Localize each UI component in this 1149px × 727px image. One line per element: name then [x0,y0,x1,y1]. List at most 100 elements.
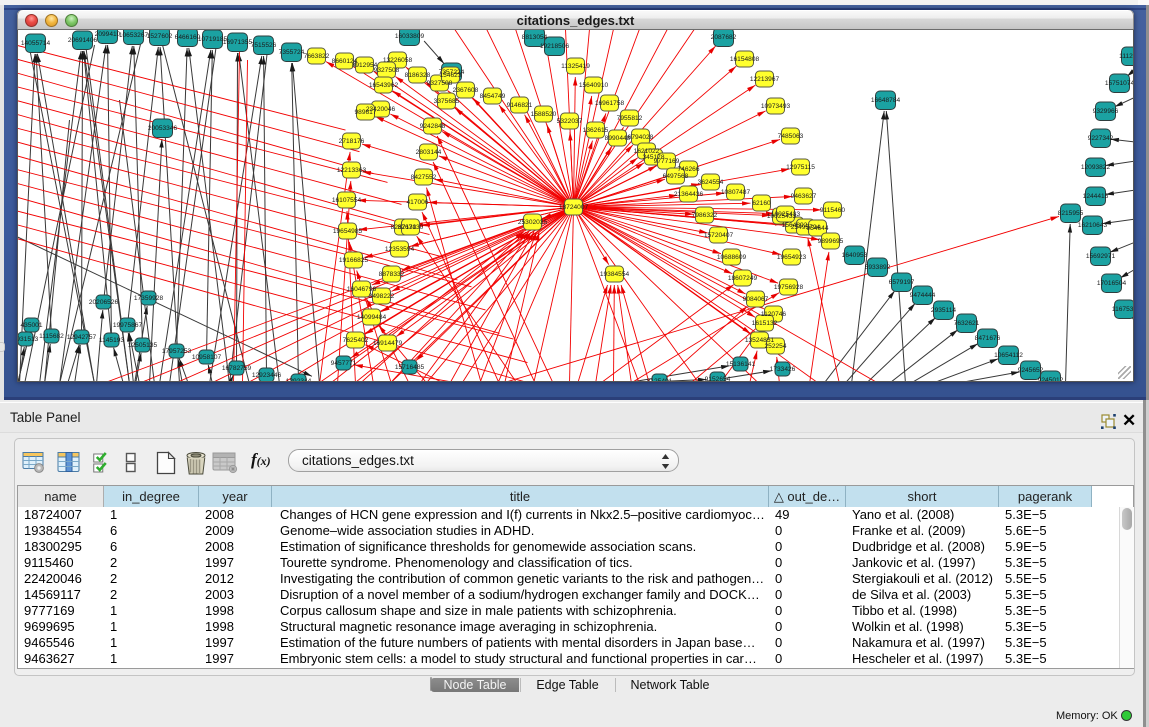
svg-text:14099484: 14099484 [357,314,387,321]
svg-text:6466160: 6466160 [175,34,201,41]
svg-text:11325419: 11325419 [561,63,590,70]
svg-text:8813054: 8813054 [522,34,548,41]
svg-text:6794028: 6794028 [628,134,654,141]
svg-text:9245652: 9245652 [1018,367,1044,374]
svg-text:417006: 417006 [406,199,428,206]
svg-text:2367608: 2367608 [453,87,479,94]
svg-text:3624554: 3624554 [698,179,724,186]
svg-text:9242848: 9242848 [420,123,446,130]
svg-text:14055714: 14055714 [21,40,51,47]
svg-text:16210643: 16210643 [1078,222,1108,229]
svg-text:9463627: 9463627 [791,193,817,200]
svg-text:12975115: 12975115 [786,164,815,171]
svg-text:9474444: 9474444 [910,292,936,299]
svg-text:1640953: 1640953 [842,252,868,259]
svg-text:9329966: 9329966 [1093,108,1119,115]
svg-text:12213363: 12213363 [337,167,367,174]
svg-text:8125401: 8125401 [647,378,673,382]
svg-text:3375685: 3375685 [434,98,460,105]
svg-text:25302035: 25302035 [518,219,548,226]
svg-text:19218506: 19218506 [540,43,570,50]
svg-text:1115682: 1115682 [39,333,64,340]
svg-text:15720407: 15720407 [704,232,734,239]
svg-text:16914479: 16914479 [373,340,403,347]
svg-text:17359928: 17359928 [134,295,164,302]
svg-text:9777169: 9777169 [654,158,680,165]
svg-text:989617: 989617 [354,109,376,116]
svg-text:10973493: 10973493 [761,103,791,110]
svg-text:16971355: 16971355 [223,39,253,46]
svg-text:7955812: 7955812 [617,115,643,122]
svg-text:1244415: 1244415 [1083,193,1109,200]
svg-text:15751074: 15751074 [1105,80,1133,87]
svg-text:2803144: 2803144 [416,149,442,156]
svg-text:8186328: 8186328 [405,72,431,79]
svg-text:19654923: 19654923 [777,254,807,261]
svg-text:3498222: 3498222 [369,293,395,300]
svg-text:1733426: 1733426 [770,366,796,373]
svg-text:1615132: 1615132 [752,320,778,327]
svg-text:2718176: 2718176 [339,138,365,145]
svg-text:9084067: 9084067 [743,296,769,303]
svg-text:12942757: 12942757 [67,334,97,341]
svg-text:16648784: 16648784 [871,97,901,104]
svg-text:9327508: 9327508 [374,67,400,74]
svg-text:9457771: 9457771 [331,360,357,367]
svg-text:16033809: 16033809 [395,33,425,40]
svg-text:18607249: 18607249 [728,275,758,282]
svg-text:15640910: 15640910 [579,82,609,89]
svg-text:7515526: 7515526 [251,42,277,49]
svg-text:20053346: 20053346 [148,125,178,132]
svg-text:12213967: 12213967 [750,76,780,83]
svg-text:1292344: 1292344 [286,378,312,382]
svg-text:8215955: 8215955 [1058,210,1084,217]
svg-text:7355724: 7355724 [279,49,305,56]
svg-text:19384554: 19384554 [600,271,630,278]
svg-text:15716485: 15716485 [395,364,425,371]
svg-text:19756928: 19756928 [774,284,804,291]
svg-text:19166825: 19166825 [339,257,369,264]
svg-text:5933892: 5933892 [865,264,891,271]
svg-text:8471676: 8471676 [975,335,1001,342]
svg-text:12505135: 12505135 [128,342,158,349]
svg-text:9899695: 9899695 [818,238,844,245]
svg-text:62160: 62160 [752,200,771,207]
svg-text:6497568: 6497568 [663,173,689,180]
svg-text:7663822: 7663822 [304,53,330,60]
svg-text:16046796: 16046796 [347,286,377,293]
svg-text:16961758: 16961758 [595,100,625,107]
svg-text:2087682: 2087682 [711,34,737,41]
svg-text:9115460: 9115460 [820,207,846,214]
svg-text:12923446: 12923446 [252,372,282,379]
svg-text:6579197: 6579197 [889,279,915,286]
svg-text:3267130: 3267130 [398,224,424,231]
svg-text:16107554: 16107554 [332,197,362,204]
svg-text:17016504: 17016504 [1097,280,1127,287]
svg-text:8878332: 8878332 [379,271,405,278]
svg-text:18724007: 18724007 [559,204,589,211]
svg-text:1145193: 1145193 [99,337,125,344]
svg-text:10025433: 10025433 [771,211,801,218]
svg-text:10688609: 10688609 [717,254,747,261]
svg-text:8454749: 8454749 [480,93,506,100]
svg-text:1527602: 1527602 [147,33,173,40]
svg-text:7485063: 7485063 [778,133,804,140]
svg-text:7632621: 7632621 [954,320,980,327]
svg-text:5322037: 5322037 [557,118,583,125]
svg-text:154623: 154623 [439,72,461,79]
svg-text:2099410: 2099410 [95,31,121,38]
svg-text:1362615: 1362615 [583,127,609,134]
svg-text:13226058: 13226058 [383,57,413,64]
svg-text:20206526: 20206526 [89,299,119,306]
svg-text:1588520: 1588520 [531,111,557,118]
svg-text:10807487: 10807487 [721,189,751,196]
svg-text:15692971: 15692971 [1086,253,1116,260]
svg-text:15136141: 15136141 [726,361,756,368]
svg-text:1120746: 1120746 [761,311,787,318]
svg-text:9227342: 9227342 [1088,135,1114,142]
svg-text:954644: 954644 [806,225,828,232]
svg-text:7625402: 7625402 [343,337,369,344]
svg-text:8427552: 8427552 [411,174,437,181]
svg-text:9146821: 9146821 [507,102,533,109]
svg-text:1167533: 1167533 [1112,306,1133,313]
